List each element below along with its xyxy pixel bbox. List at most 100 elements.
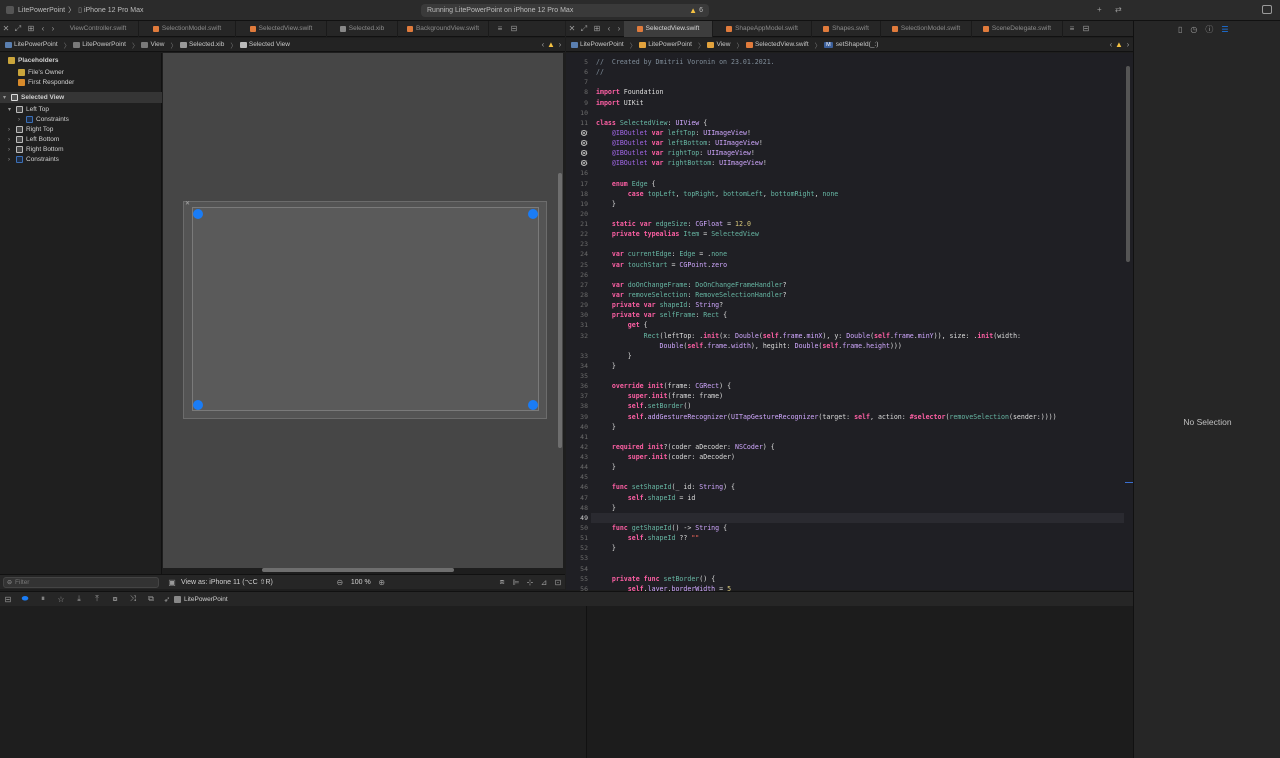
tab-backgroundview[interactable]: BackgroundView.swift (398, 20, 489, 37)
scheme-selector[interactable]: LitePowerPoint 〉 ▯ iPhone 12 Pro Max (6, 5, 144, 15)
expand-icon[interactable]: ⤢ (12, 24, 24, 34)
warning-icon[interactable]: ▲ (547, 40, 555, 49)
line-number[interactable]: 27 (566, 281, 588, 289)
line-number[interactable]: 33 (566, 352, 588, 360)
tab-selectedview[interactable]: SelectedView.swift (236, 20, 327, 37)
code-line[interactable]: func getShapeId() -> String { (596, 524, 727, 532)
tab-selectedview-swift[interactable]: SelectedView.swift (624, 20, 713, 37)
step-over-icon[interactable]: ☆ (52, 595, 70, 604)
code-line[interactable]: required init?(coder aDecoder: NSCoder) … (596, 443, 775, 451)
tab-selectionmodel[interactable]: SelectionModel.swift (881, 20, 972, 37)
line-number[interactable]: 35 (566, 372, 588, 380)
line-number[interactable]: 44 (566, 463, 588, 471)
editor-options-icon[interactable]: ≡ (1065, 24, 1079, 33)
view-as-device-label[interactable]: View as: iPhone 11 (⌥C ⇧R) (181, 578, 273, 586)
code-line[interactable]: } (596, 423, 616, 431)
line-number[interactable]: 25 (566, 261, 588, 269)
help-inspector-icon[interactable]: ⓘ (1205, 24, 1213, 35)
tab-shapeappmodel[interactable]: ShapeAppModel.swift (713, 20, 812, 37)
breadcrumb-view-folder[interactable]: View (707, 41, 730, 48)
line-number[interactable]: 34 (566, 362, 588, 370)
forward-icon[interactable]: › (48, 24, 58, 33)
hide-debug-area-icon[interactable]: ⊟ (0, 595, 16, 604)
outline-toggle-icon[interactable]: ▣ (163, 578, 181, 587)
line-number[interactable]: 8 (566, 88, 588, 96)
canvas-vertical-scrollbar[interactable] (558, 173, 562, 448)
line-number[interactable]: 48 (566, 504, 588, 512)
line-number[interactable]: 42 (566, 443, 588, 451)
align-icon[interactable]: ⊫ (509, 578, 523, 587)
zoom-in-icon[interactable]: ⊕ (375, 578, 389, 587)
line-number[interactable]: 37 (566, 392, 588, 400)
zoom-level[interactable]: 100 % (351, 579, 371, 586)
line-number[interactable]: 32 (566, 332, 588, 340)
pause-icon[interactable]: ⏸ (34, 594, 52, 604)
code-line[interactable]: class SelectedView: UIView { (596, 119, 707, 127)
code-line[interactable]: // Created by Dmitrii Voronin on 23.01.2… (596, 58, 775, 66)
outline-left-top-constraints[interactable]: › Constraints (18, 116, 69, 123)
code-line[interactable]: Double(self.frame.width), hegiht: Double… (596, 342, 902, 350)
swap-icon[interactable]: ⇄ (1115, 5, 1122, 14)
line-number[interactable]: 23 (566, 240, 588, 248)
line-number[interactable]: 5 (566, 58, 588, 66)
breakpoints-toggle-icon[interactable]: ⬬ (16, 594, 34, 604)
attributes-inspector-icon[interactable]: ☰ (1221, 25, 1228, 34)
close-editor-icon[interactable]: ✕ (0, 24, 12, 33)
line-number[interactable]: 54 (566, 565, 588, 573)
line-number[interactable]: 24 (566, 250, 588, 258)
editor-options-icon[interactable]: ≡ (493, 24, 507, 33)
line-number[interactable]: 45 (566, 473, 588, 481)
console-view[interactable] (586, 606, 1133, 758)
inspector-toggle-icon[interactable] (1262, 5, 1272, 14)
view-debugger-icon[interactable]: ⧇ (106, 594, 124, 604)
code-line[interactable]: private var shapeId: String? (596, 301, 723, 309)
memory-graph-icon[interactable]: ⤨ (124, 594, 142, 604)
code-line[interactable]: var removeSelection: RemoveSelectionHand… (596, 291, 787, 299)
line-number[interactable]: 28 (566, 291, 588, 299)
history-inspector-icon[interactable]: ◷ (1190, 25, 1197, 34)
code-line[interactable]: var touchStart = CGPoint.zero (596, 261, 727, 269)
code-line[interactable]: import UIKit (596, 99, 644, 107)
outline-left-top[interactable]: ▾ Left Top (8, 106, 49, 113)
resolve-issues-icon[interactable]: ⊿ (537, 578, 551, 587)
breadcrumb-project[interactable]: LitePowerPoint (5, 41, 58, 48)
right-top-handle[interactable] (528, 209, 538, 219)
step-into-icon[interactable]: ⤓ (70, 594, 88, 604)
editor-vertical-scrollbar[interactable] (1126, 66, 1130, 262)
breadcrumb-method[interactable]: MsetShapeId(_:) (824, 41, 878, 48)
code-line[interactable]: self.addGestureRecognizer(UITapGestureRe… (596, 413, 1057, 421)
back-icon[interactable]: ‹ (38, 24, 48, 33)
line-number[interactable]: 55 (566, 575, 588, 583)
breadcrumb-folder[interactable]: LitePowerPoint (639, 41, 692, 48)
code-line[interactable]: } (596, 544, 616, 552)
code-line[interactable]: } (596, 504, 616, 512)
left-top-handle[interactable] (193, 209, 203, 219)
outlet-connection-icon[interactable] (581, 140, 587, 147)
line-number[interactable]: 6 (566, 68, 588, 76)
add-icon[interactable]: + (1097, 5, 1102, 14)
code-line[interactable]: } (596, 463, 616, 471)
prev-issue-icon[interactable]: ‹ (1107, 40, 1115, 49)
code-line[interactable]: @IBOutlet var leftBottom: UIImageView! (596, 139, 763, 147)
code-line[interactable]: } (596, 200, 616, 208)
grid-icon[interactable]: ⊞ (590, 24, 604, 33)
breadcrumb-project[interactable]: LitePowerPoint (571, 41, 624, 48)
code-line[interactable]: @IBOutlet var leftTop: UIImageView! (596, 129, 751, 137)
warning-indicator[interactable]: ▲ 6 (689, 6, 703, 15)
code-line[interactable]: var currentEdge: Edge = .none (596, 250, 727, 258)
embed-in-icon[interactable]: ⊡ (551, 578, 565, 587)
prev-issue-icon[interactable]: ‹ (539, 40, 547, 49)
add-constraints-icon[interactable]: ⊹ (523, 578, 537, 587)
code-line[interactable]: enum Edge { (596, 180, 656, 188)
line-number[interactable]: 10 (566, 109, 588, 117)
line-number[interactable]: 50 (566, 524, 588, 532)
line-number[interactable]: 40 (566, 423, 588, 431)
line-number[interactable]: 26 (566, 271, 588, 279)
add-editor-icon[interactable]: ⊟ (507, 24, 521, 33)
code-line[interactable]: @IBOutlet var rightBottom: UIImageView! (596, 159, 767, 167)
outline-first-responder[interactable]: First Responder (18, 79, 74, 86)
line-number[interactable]: 7 (566, 78, 588, 86)
outline-right-bottom[interactable]: › Right Bottom (8, 146, 64, 153)
close-editor-icon[interactable]: ✕ (566, 24, 578, 33)
variables-view[interactable] (0, 606, 586, 758)
